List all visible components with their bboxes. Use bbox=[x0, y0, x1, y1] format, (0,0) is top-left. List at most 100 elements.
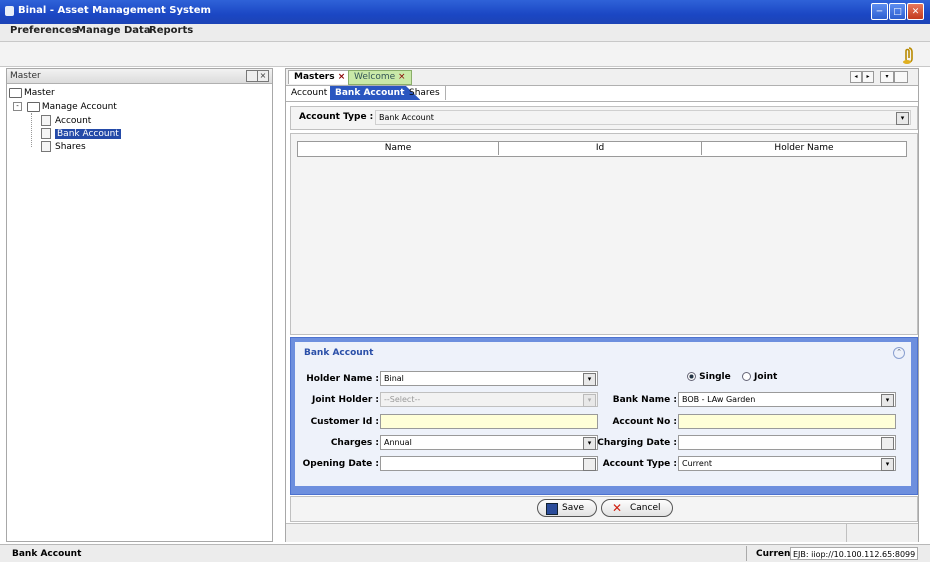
column-header-holder-name[interactable]: Holder Name bbox=[702, 142, 906, 155]
document-icon bbox=[41, 128, 51, 139]
scroll-right-icon[interactable]: ▸ bbox=[862, 71, 874, 83]
minimize-button[interactable]: ─ bbox=[871, 3, 888, 20]
table-header: Name Id Holder Name bbox=[297, 141, 907, 157]
collapse-form-icon[interactable]: ⌃ bbox=[893, 347, 905, 359]
tab-nav-controls: ◂ ▸ ▾ bbox=[850, 71, 914, 83]
charges-select[interactable]: Annual ▾ bbox=[380, 435, 598, 450]
bank-account-form: Bank Account ⌃ Holder Name : Binal ▾ Join… bbox=[290, 337, 918, 495]
maximize-pane-icon[interactable] bbox=[894, 71, 908, 83]
master-panel: Master × Master - Manage Account Account… bbox=[6, 68, 273, 542]
account-type-filter-label: Account Type : bbox=[299, 112, 374, 122]
charges-value: Annual bbox=[384, 438, 412, 447]
action-bar: Save ✕ Cancel bbox=[290, 496, 918, 522]
tree-group-manage-account[interactable]: - Manage Account bbox=[13, 101, 117, 113]
tree-root-label: Master bbox=[24, 88, 55, 98]
status-bar: Bank Account Current EJB: iiop://10.100.… bbox=[0, 544, 930, 562]
title-bar: Binal - Asset Management System ─ □ ✕ bbox=[0, 0, 930, 24]
tab-masters[interactable]: Masters × bbox=[288, 70, 352, 84]
account-type-select[interactable]: Current ▾ bbox=[678, 456, 896, 471]
dropdown-arrow-icon: ▾ bbox=[896, 112, 909, 125]
radio-joint[interactable] bbox=[741, 372, 751, 381]
column-header-name[interactable]: Name bbox=[298, 142, 499, 155]
radio-joint-label: Joint bbox=[754, 372, 778, 382]
results-table-panel: Name Id Holder Name bbox=[290, 133, 918, 335]
opening-date-field[interactable] bbox=[380, 456, 598, 471]
app-icon bbox=[5, 6, 14, 16]
tree-root[interactable]: Master bbox=[9, 87, 55, 99]
cross-icon: ✕ bbox=[612, 501, 623, 515]
footer-divider bbox=[846, 524, 847, 542]
collapse-icon[interactable]: - bbox=[13, 102, 22, 111]
menu-preferences[interactable]: Preferences bbox=[10, 25, 78, 36]
floppy-disk-icon bbox=[546, 503, 558, 515]
customer-id-field[interactable] bbox=[380, 414, 598, 429]
close-tab-icon[interactable]: × bbox=[398, 72, 406, 82]
document-icon bbox=[41, 141, 51, 152]
save-button[interactable]: Save bbox=[537, 499, 597, 517]
document-icon bbox=[41, 115, 51, 126]
radio-single-label: Single bbox=[699, 372, 731, 382]
calendar-icon[interactable] bbox=[881, 437, 894, 450]
account-no-field[interactable] bbox=[678, 414, 896, 429]
bank-name-label: Bank Name : bbox=[612, 395, 677, 405]
status-connection: EJB: iiop://10.100.112.65:8099 bbox=[790, 547, 918, 560]
menu-manage-data[interactable]: Manage Data bbox=[76, 25, 151, 36]
account-type-label: Account Type : bbox=[602, 459, 677, 469]
tree-item-shares[interactable]: Shares bbox=[41, 141, 86, 153]
menu-reports[interactable]: Reports bbox=[149, 25, 193, 36]
content-footer bbox=[286, 523, 918, 542]
close-tab-icon[interactable]: × bbox=[338, 72, 346, 82]
opening-date-label: Opening Date : bbox=[302, 459, 379, 469]
dropdown-arrow-icon: ▾ bbox=[583, 373, 596, 386]
holder-name-value: Binal bbox=[384, 374, 404, 383]
save-button-label: Save bbox=[562, 503, 585, 513]
tree-group-label: Manage Account bbox=[41, 102, 117, 112]
subtab-shares[interactable]: Shares bbox=[404, 86, 446, 100]
tree-item-bank-account[interactable]: Bank Account bbox=[41, 128, 121, 140]
tab-label: Masters bbox=[294, 72, 335, 82]
tab-list-icon[interactable]: ▾ bbox=[880, 71, 894, 83]
tree-item-label: Account bbox=[55, 116, 92, 126]
folder-icon bbox=[9, 87, 22, 98]
subtab-account[interactable]: Account bbox=[286, 86, 332, 100]
master-panel-title: Master bbox=[10, 71, 41, 81]
close-panel-icon[interactable]: × bbox=[257, 70, 269, 82]
cancel-button[interactable]: ✕ Cancel bbox=[601, 499, 673, 517]
paperclip-icon[interactable] bbox=[898, 45, 916, 65]
radio-single[interactable] bbox=[687, 372, 696, 381]
joint-holder-value: --Select-- bbox=[384, 395, 421, 404]
tree-item-label: Bank Account bbox=[55, 129, 121, 139]
charges-label: Charges : bbox=[330, 438, 379, 448]
bank-name-select[interactable]: BOB - LAw Garden ▾ bbox=[678, 392, 896, 407]
tab-label: Welcome bbox=[354, 72, 396, 82]
account-no-label: Account No : bbox=[612, 417, 677, 427]
tab-welcome[interactable]: Welcome × bbox=[348, 70, 412, 85]
scroll-left-icon[interactable]: ◂ bbox=[850, 71, 862, 83]
main-tab-strip: Masters × Welcome × ◂ ▸ ▾ bbox=[286, 69, 918, 86]
content-area: Masters × Welcome × ◂ ▸ ▾ Account Bank A… bbox=[285, 68, 919, 542]
charging-date-label: Charging Date : bbox=[597, 438, 677, 448]
account-type-value: Current bbox=[682, 459, 713, 468]
close-button[interactable]: ✕ bbox=[907, 3, 924, 20]
customer-id-label: Customer Id : bbox=[310, 417, 379, 427]
maximize-button[interactable]: □ bbox=[889, 3, 906, 20]
account-type-filter-value: Bank Account bbox=[379, 113, 434, 122]
account-type-filter-select[interactable]: Bank Account ▾ bbox=[375, 110, 911, 125]
tree-connector bbox=[31, 113, 33, 147]
toolbar bbox=[0, 41, 930, 67]
holder-name-label: Holder Name : bbox=[306, 374, 379, 384]
joint-holder-select[interactable]: --Select-- ▾ bbox=[380, 392, 598, 407]
dropdown-arrow-icon: ▾ bbox=[881, 458, 894, 471]
filter-bar: Account Type : Bank Account ▾ bbox=[290, 106, 918, 130]
holding-type-radio-group: Single Joint bbox=[687, 372, 777, 382]
tree-item-account[interactable]: Account bbox=[41, 115, 91, 127]
menu-bar: Preferences Manage Data Reports bbox=[0, 24, 930, 41]
charging-date-field[interactable] bbox=[678, 435, 896, 450]
status-current-view: Bank Account bbox=[12, 549, 82, 559]
bank-name-value: BOB - LAw Garden bbox=[682, 395, 756, 404]
form-body: Bank Account ⌃ Holder Name : Binal ▾ Join… bbox=[295, 342, 911, 486]
tree-item-label: Shares bbox=[55, 142, 86, 152]
cancel-button-label: Cancel bbox=[630, 503, 661, 513]
column-header-id[interactable]: Id bbox=[499, 142, 702, 155]
holder-name-select[interactable]: Binal ▾ bbox=[380, 371, 598, 386]
